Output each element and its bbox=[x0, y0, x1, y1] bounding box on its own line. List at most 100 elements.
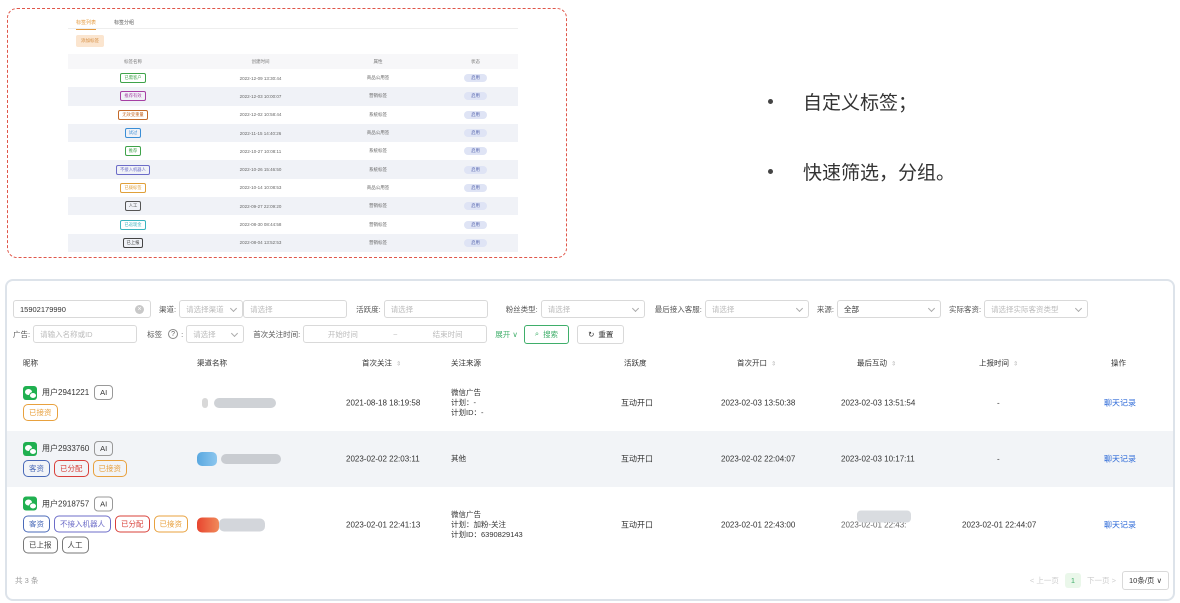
tag-select[interactable]: 请选择 bbox=[186, 325, 245, 343]
inset-table-row: 试过 2022-11-15 14:40:26 商品公用签 启用 bbox=[68, 123, 518, 143]
nick-cell: 用户2918757 AI 客资 不接入机器人 已分配 已接资 已上报 人工 bbox=[23, 496, 188, 553]
clear-icon[interactable]: × bbox=[135, 305, 144, 314]
wechat-icon bbox=[23, 441, 37, 456]
inset-cell-status: 启用 bbox=[433, 129, 518, 138]
tag-label: 标签 bbox=[147, 329, 163, 339]
header-activity: 活跃度 bbox=[624, 358, 647, 368]
fans-table: 昵称 渠道名称 首次关注 ⇕ 关注来源 活跃度 首次开口 ⇕ 最后互动 ⇕ 上报时间 ⇕… bbox=[7, 351, 1173, 562]
channel-name-blurred bbox=[214, 398, 276, 408]
inset-status-badge[interactable]: 启用 bbox=[464, 74, 487, 83]
inset-cell-name: 试过 bbox=[68, 128, 198, 139]
prev-page-button[interactable]: < 上一页 bbox=[1030, 575, 1059, 586]
inset-status-badge[interactable]: 启用 bbox=[464, 165, 487, 174]
channel-avatar-blurred bbox=[197, 517, 219, 532]
nickname: 用户2941221 bbox=[42, 388, 90, 397]
end-time-placeholder: 结束时间 bbox=[432, 329, 463, 339]
next-page-button[interactable]: 下一页 > bbox=[1087, 575, 1116, 586]
inset-table-row: 已需客户 2022-12-09 13:30:44 商品公用签 启用 bbox=[68, 69, 518, 87]
search-input[interactable]: 15902179990 × bbox=[13, 300, 151, 318]
header-report-time[interactable]: 上报时间 ⇕ bbox=[979, 358, 1018, 369]
last-service-select[interactable]: 请选择 bbox=[704, 300, 809, 318]
expand-toggle[interactable]: 展开 ∨ bbox=[495, 329, 518, 340]
inset-header-time: 创建时间 bbox=[251, 58, 270, 64]
inset-cell-attr: 商品公用签 bbox=[366, 75, 390, 81]
fans-type-label: 粉丝类型: bbox=[505, 304, 538, 314]
user-tag: 已上报 bbox=[23, 536, 58, 553]
inset-cell-status: 启用 bbox=[433, 74, 518, 83]
first-follow-range[interactable]: 开始时间 ~ 结束时间 bbox=[303, 325, 488, 343]
header-first-open[interactable]: 首次开口 ⇕ bbox=[737, 358, 776, 369]
table-footer: 共 3 条 < 上一页 1 下一页 > 10条/页 ∨ bbox=[7, 571, 1173, 591]
ai-badge: AI bbox=[94, 385, 114, 400]
chat-record-link[interactable]: 聊天记录 bbox=[1104, 519, 1136, 530]
tag-colon: : bbox=[181, 329, 184, 339]
inset-tab-tag-group[interactable]: 标签分组 bbox=[114, 19, 134, 26]
help-icon[interactable]: ? bbox=[168, 329, 179, 339]
inset-tab-tag-list[interactable]: 标签列表 bbox=[76, 19, 97, 30]
inset-tag: 已上报 bbox=[122, 237, 144, 248]
inset-table-row: 人工 2022-09-27 22:09:20 营销标签 启用 bbox=[68, 197, 518, 216]
inset-table-row: 推荐 2022-10-27 10:08:11 系统标签 启用 bbox=[68, 142, 518, 160]
header-last-interact[interactable]: 最后互动 ⇕ bbox=[857, 358, 896, 369]
inset-status-badge[interactable]: 启用 bbox=[464, 183, 487, 192]
inset-cell-time: 2022-10-14 10:08:53 bbox=[239, 185, 282, 191]
user-tag: 人工 bbox=[61, 536, 89, 553]
page-size-select[interactable]: 10条/页 ∨ bbox=[1121, 571, 1169, 590]
user-tag: 客资 bbox=[23, 460, 50, 477]
inset-table-row: 已上报 2022-08-04 13:52:53 营销标签 启用 bbox=[68, 233, 518, 252]
inset-cell-status: 启用 bbox=[433, 110, 518, 119]
header-first-follow-label: 首次关注 bbox=[362, 358, 392, 368]
header-first-follow[interactable]: 首次关注 ⇕ bbox=[362, 358, 401, 369]
nick-cell: 用户2941221 AI 已接资 bbox=[23, 385, 114, 421]
inset-tag: 已需客户 bbox=[120, 73, 146, 84]
inset-status-badge[interactable]: 启用 bbox=[464, 110, 487, 119]
source-label: 来源: bbox=[816, 304, 834, 314]
activity-select[interactable]: 请选择 bbox=[383, 300, 488, 318]
inset-cell-time: 2022-09-27 22:09:20 bbox=[239, 203, 282, 209]
inset-status-badge[interactable]: 启用 bbox=[464, 92, 487, 101]
report-time-cell: - bbox=[997, 398, 1000, 408]
total-count: 共 3 条 bbox=[15, 576, 39, 585]
inset-status-badge[interactable]: 启用 bbox=[464, 220, 487, 229]
header-nick: 昵称 bbox=[23, 358, 38, 368]
sort-icon: ⇕ bbox=[891, 361, 897, 368]
inset-cell-status: 启用 bbox=[433, 92, 518, 101]
inset-status-badge[interactable]: 启用 bbox=[464, 147, 487, 156]
inset-cell-status: 启用 bbox=[433, 238, 518, 247]
inset-cell-attr: 系统标签 bbox=[369, 148, 387, 154]
first-follow-cell: 2023-02-01 22:41:13 bbox=[346, 520, 421, 529]
first-open-cell: 2023-02-02 22:04:07 bbox=[721, 454, 796, 464]
page-size-value: 10条/页 bbox=[1128, 576, 1155, 585]
user-tag: 已分配 bbox=[115, 515, 150, 532]
first-follow-cell: 2021-08-18 18:19:58 bbox=[346, 398, 421, 408]
inset-tabs: 标签列表 标签分组 bbox=[68, 15, 518, 30]
source-select[interactable]: 全部 bbox=[836, 300, 941, 318]
inset-add-tag-button[interactable]: 添加标签 bbox=[76, 35, 104, 47]
actual-lead-select[interactable]: 请选择实际客资类型 bbox=[984, 300, 1089, 318]
reset-button[interactable]: ↻ 重置 bbox=[577, 324, 625, 344]
sort-icon: ⇕ bbox=[1013, 361, 1019, 368]
channel-select-placeholder: 请选择渠道 bbox=[186, 304, 224, 314]
fans-type-select[interactable]: 请选择 bbox=[540, 300, 645, 318]
chat-record-link[interactable]: 聊天记录 bbox=[1104, 454, 1136, 465]
actual-lead-placeholder: 请选择实际客资类型 bbox=[991, 304, 1059, 314]
inset-status-badge[interactable]: 启用 bbox=[464, 202, 487, 211]
inset-status-badge[interactable]: 启用 bbox=[464, 238, 487, 247]
inset-cell-time: 2022-08-30 08:44:58 bbox=[239, 222, 282, 228]
search-button[interactable]: ⌕ 搜索 bbox=[523, 324, 570, 344]
blurred-overlay bbox=[857, 510, 911, 522]
inset-cell-name: 无效变重量 bbox=[68, 109, 198, 120]
header-source: 关注来源 bbox=[451, 358, 481, 368]
report-time-cell: 2023-02-01 22:44:07 bbox=[962, 520, 1037, 529]
channel-select[interactable]: 请选择渠道 bbox=[179, 300, 244, 318]
inset-tag: 已返现金 bbox=[120, 219, 146, 230]
page-number-current[interactable]: 1 bbox=[1064, 573, 1082, 588]
inset-cell-status: 启用 bbox=[433, 220, 518, 229]
channel-sub-select[interactable]: 请选择 bbox=[243, 300, 348, 318]
chat-record-link[interactable]: 聊天记录 bbox=[1104, 398, 1136, 409]
ad-input[interactable]: 请输入名称或ID bbox=[33, 325, 138, 343]
last-interact-cell: 2023-02-01 22:43: bbox=[841, 510, 911, 529]
inset-status-badge[interactable]: 启用 bbox=[464, 129, 487, 138]
source-line: 微信广告 bbox=[451, 388, 481, 397]
channel-cell bbox=[202, 398, 276, 408]
